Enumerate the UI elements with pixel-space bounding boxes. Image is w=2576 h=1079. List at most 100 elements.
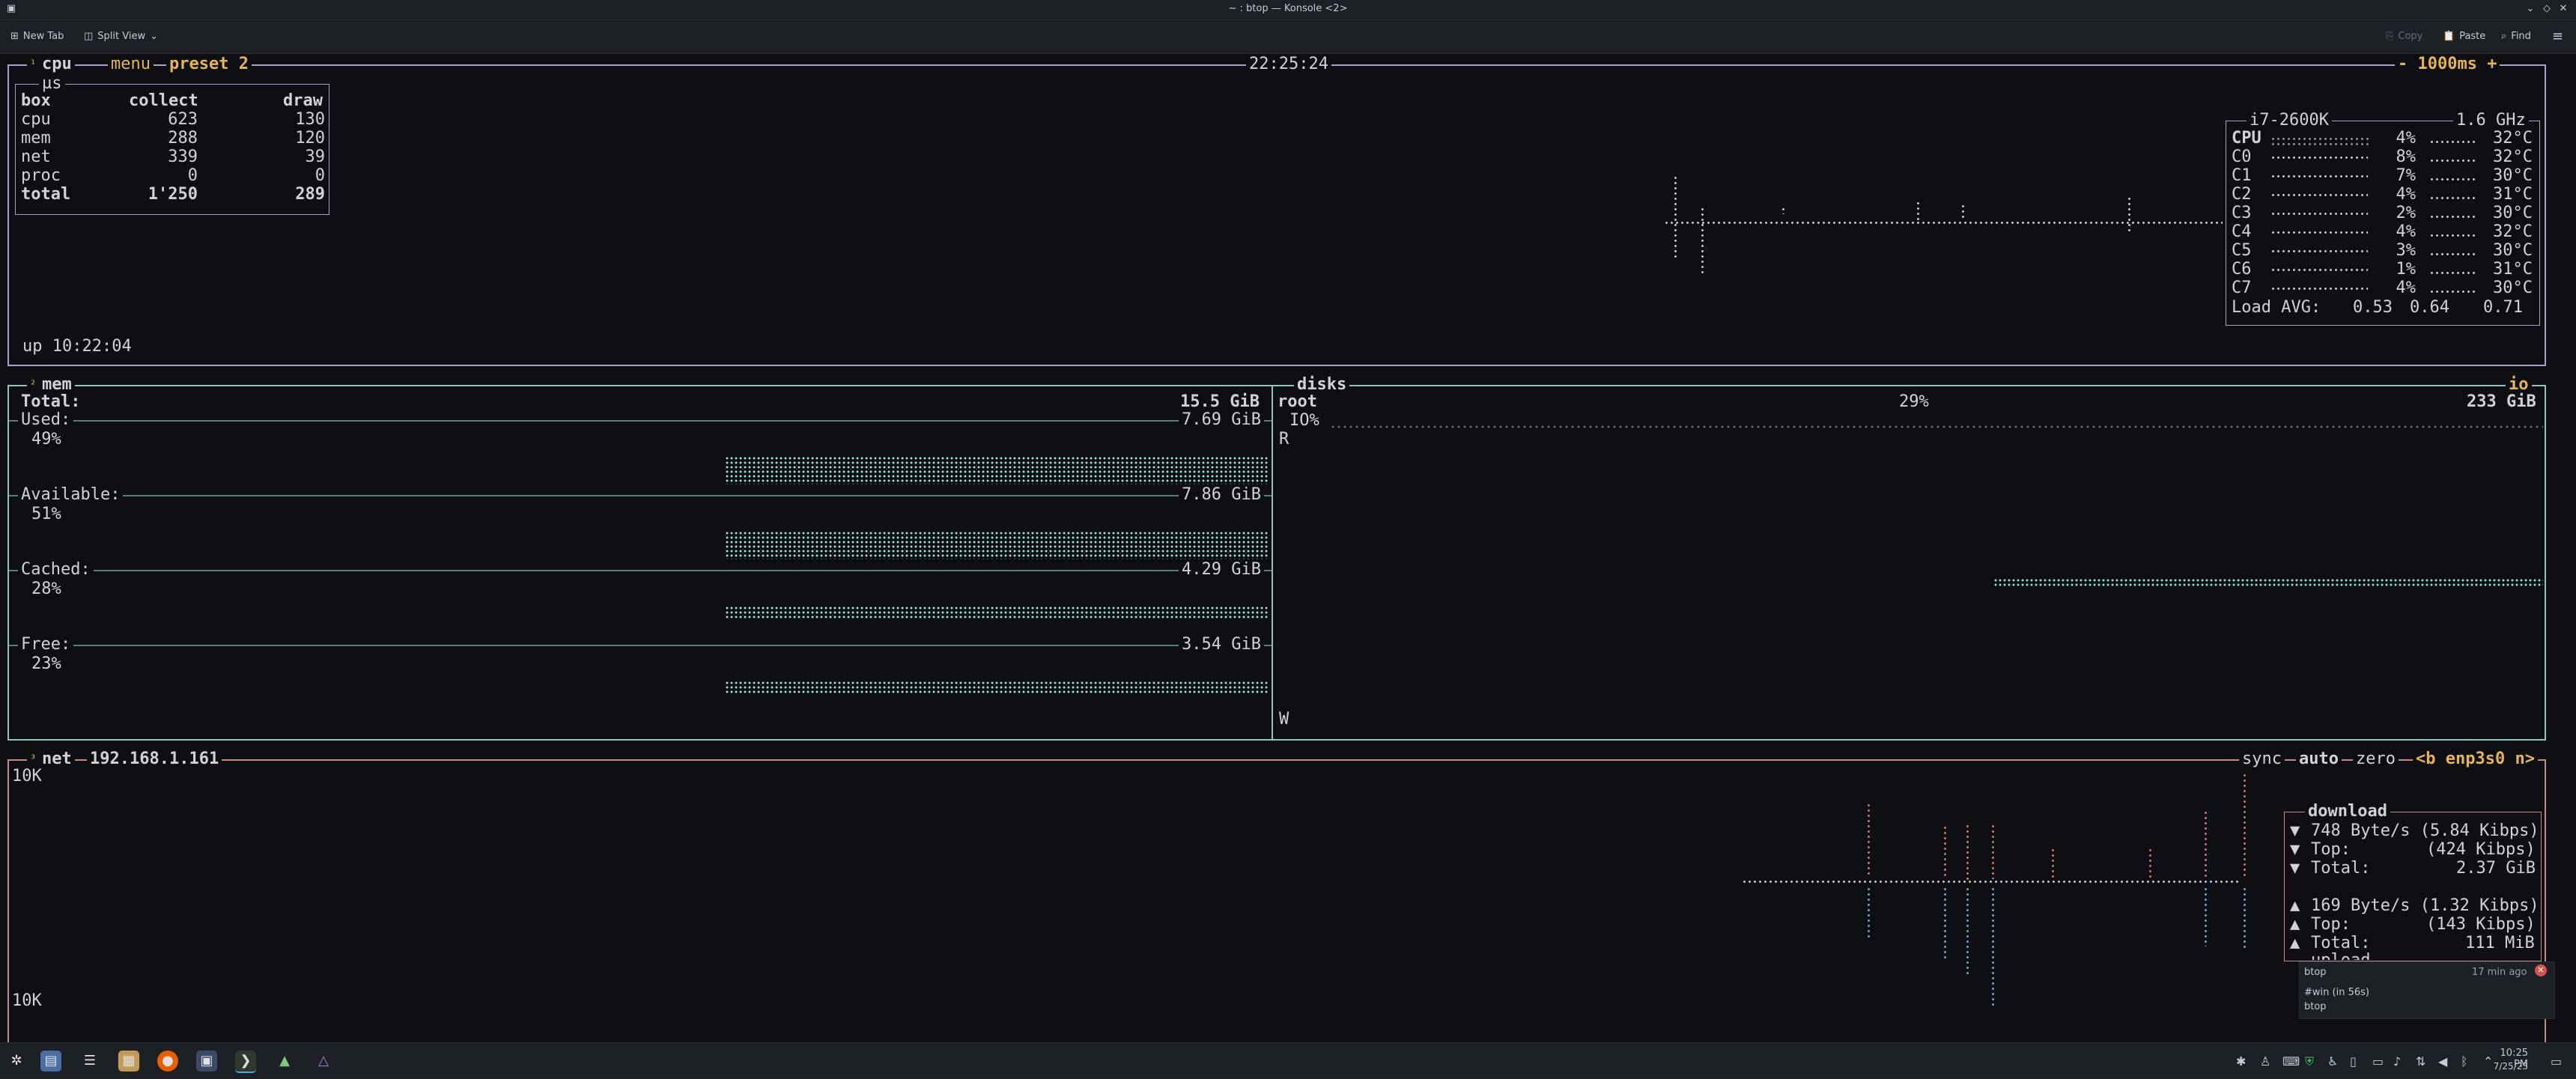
net-graph-bar [1944, 825, 1946, 879]
disk-root-pct: 29% [1899, 392, 1929, 411]
core-graph [2270, 286, 2368, 290]
mem-divider [9, 495, 1272, 496]
user-icon[interactable]: ♙ [2260, 1054, 2270, 1069]
firefox-icon[interactable]: ● [157, 1051, 178, 1072]
stats-row-name: proc [21, 166, 61, 185]
new-tab-button[interactable]: ⊞ New Tab [10, 30, 64, 43]
net-interface-selector[interactable]: <b enp3s0 n> [2413, 750, 2538, 768]
close-icon[interactable]: ✕ [2557, 2, 2570, 16]
core-temp: 30°C [2493, 166, 2533, 185]
system-settings-icon[interactable]: ☰ [79, 1051, 100, 1072]
disks-io-toggle[interactable]: io [2506, 376, 2532, 394]
chevron-down-icon: ⌄ [150, 31, 159, 42]
hamburger-menu-icon[interactable]: ≡ [2552, 30, 2563, 43]
minimize-icon[interactable]: ⌄ [2524, 2, 2537, 16]
net-auto-toggle[interactable]: auto [2296, 750, 2342, 768]
net-box [7, 759, 2546, 1078]
stats-row-collect: 288 [168, 129, 198, 148]
core-meter [2429, 214, 2476, 218]
core-name: C5 [2232, 241, 2252, 260]
core-name: C0 [2232, 148, 2252, 166]
net-sync-toggle[interactable]: sync [2239, 750, 2285, 768]
mem-item-graph [725, 456, 1269, 484]
mem-item-value: 3.54 GiB [1179, 636, 1264, 654]
core-graph [2270, 192, 2368, 196]
maximize-icon[interactable]: ◇ [2540, 2, 2554, 16]
stats-row-draw: 130 [295, 110, 325, 129]
konsole-icon[interactable]: ❯ [235, 1051, 256, 1073]
cpu-clock: 22:25:24 [1246, 55, 1331, 73]
mem-box-title[interactable]: mem [39, 376, 75, 394]
disk-root-size: 233 GiB [2467, 392, 2536, 411]
core-pct: 3% [2396, 241, 2416, 260]
mem-item-label: Used: [18, 411, 74, 429]
keyboard-icon[interactable]: ⌨ [2282, 1054, 2300, 1069]
split-view-icon: ◫ [84, 31, 94, 42]
display-icon[interactable]: ▭ [2372, 1054, 2384, 1069]
copy-button[interactable]: ⎘ Copy [2386, 30, 2422, 43]
core-pct: 4% [2396, 222, 2416, 241]
uptime-label: up 10:22:04 [22, 337, 132, 356]
system-monitor-icon[interactable]: ▲ [274, 1051, 295, 1072]
find-button[interactable]: ⌕ Find [2501, 30, 2531, 43]
notification-popup[interactable]: btop 17 min ago ✕ #win (in 56s) btop [2299, 961, 2555, 1019]
core-name: C4 [2232, 222, 2252, 241]
file-manager-icon[interactable]: ▤ [40, 1051, 61, 1072]
stats-row-collect: 1'250 [148, 185, 198, 204]
net-graph-bar [2052, 848, 2054, 879]
net-graph-bar [2205, 887, 2207, 946]
net-zero-toggle[interactable]: zero [2353, 750, 2399, 768]
download-title: download [2305, 803, 2390, 821]
bug-icon[interactable]: ✱ [2236, 1054, 2246, 1069]
cpu-graph-bar [1701, 207, 1704, 274]
paste-button[interactable]: 📋 Paste [2443, 30, 2485, 43]
cpu-model: i7-2600K [2247, 112, 2332, 130]
upload-total-arrow-icon: ▲ [2290, 934, 2300, 952]
network-icon[interactable]: ⇅ [2416, 1054, 2425, 1069]
net-ip: 192.168.1.161 [87, 750, 222, 768]
core-pct: 4% [2396, 129, 2416, 148]
bluetooth-icon[interactable]: ᛒ [2461, 1054, 2468, 1069]
stats-header-draw: draw [283, 91, 323, 110]
disk-write-label: W [1279, 710, 1289, 729]
net-graph-bar [2149, 848, 2151, 879]
mem-item-label: Available: [18, 486, 124, 504]
show-desktop-icon[interactable]: ▭ [2551, 1054, 2562, 1069]
clipboard-icon[interactable]: ▯ [2350, 1054, 2357, 1069]
screenshot-app-icon[interactable]: ▣ [196, 1051, 217, 1072]
application-launcher-icon[interactable]: ✲ [6, 1051, 27, 1072]
mem-item-graph [725, 606, 1269, 619]
mem-box-number: ² [27, 376, 40, 394]
disks-box-title[interactable]: disks [1294, 376, 1350, 394]
menu-label[interactable]: menu [108, 55, 154, 73]
interval-control[interactable]: - 1000ms + [2395, 55, 2500, 73]
core-meter [2429, 233, 2476, 237]
core-graph [2270, 174, 2368, 177]
split-view-button[interactable]: ◫ Split View ⌄ [84, 30, 158, 43]
clock-date[interactable]: 7/25/23 [2483, 1061, 2528, 1072]
accessibility-icon[interactable]: ♿ [2327, 1054, 2338, 1069]
net-box-title[interactable]: net [39, 750, 75, 768]
volume-icon[interactable]: ♪ [2393, 1054, 2401, 1069]
notification-app: btop [2304, 967, 2327, 978]
shield-icon[interactable]: ⛨ [2305, 1054, 2314, 1069]
mem-item-pct: 28% [31, 580, 61, 598]
app-icon[interactable]: △ [313, 1051, 334, 1072]
upload-total-label: Total: [2311, 934, 2371, 952]
cpu-graph-bar [1962, 204, 1964, 219]
net-graph-bar [1966, 824, 1969, 881]
disk-read-label: R [1279, 430, 1289, 449]
notification-close-icon[interactable]: ✕ [2535, 964, 2547, 976]
load-avg-15: 0.71 [2483, 298, 2523, 317]
core-pct: 8% [2396, 148, 2416, 166]
net-graph-bar [1966, 887, 1969, 976]
cpu-graph-bar [1674, 175, 1677, 258]
cpu-box-title[interactable]: cpu [39, 55, 75, 73]
preset-label[interactable]: preset 2 [166, 55, 252, 73]
stats-row-name: total [21, 185, 71, 204]
speaker-icon[interactable]: ◀ [2438, 1054, 2447, 1069]
upload-top-value: (143 Kibps) [2426, 915, 2536, 934]
disk-root-label: root [1278, 392, 1317, 411]
terminal-view[interactable]: ¹ cpu menu preset 2 22:25:24 - 1000ms + … [0, 54, 2576, 1078]
package-manager-icon[interactable]: ▦ [118, 1051, 139, 1072]
